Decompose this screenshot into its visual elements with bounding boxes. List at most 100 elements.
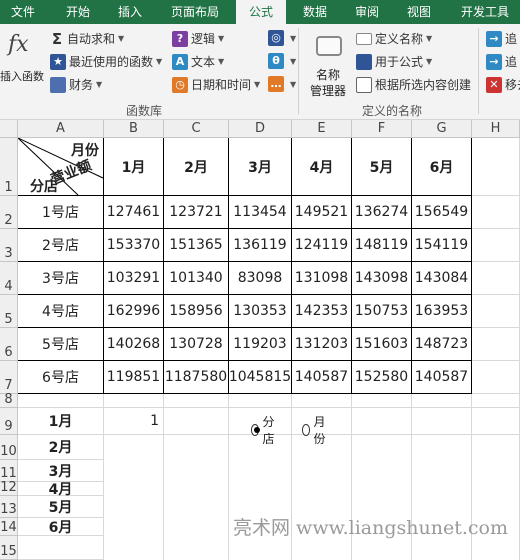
month-list-cell[interactable]: 2月	[18, 435, 104, 460]
empty-cell[interactable]	[472, 361, 520, 394]
trace-precedents-button[interactable]: → 追	[486, 30, 517, 47]
sales-cell[interactable]: 119203	[229, 328, 292, 361]
sales-cell[interactable]: 143098	[352, 262, 412, 295]
empty-cell[interactable]	[472, 196, 520, 229]
empty-cell[interactable]	[18, 394, 104, 408]
tab-developer[interactable]: 开发工具	[450, 0, 520, 24]
empty-cell[interactable]	[472, 435, 520, 560]
sales-cell[interactable]: 162996	[104, 295, 164, 328]
sales-cell[interactable]: 149521	[292, 196, 352, 229]
sales-cell[interactable]: 153370	[104, 229, 164, 262]
more-functions-button[interactable]: … ▼	[268, 76, 296, 92]
store-name-cell[interactable]: 6号店	[18, 361, 104, 394]
sales-cell[interactable]: 83098	[229, 262, 292, 295]
sales-cell[interactable]: 130728	[164, 328, 229, 361]
tab-formulas[interactable]: 公式	[236, 0, 286, 24]
sales-cell[interactable]: 1045815	[229, 361, 292, 394]
row-header-7[interactable]: 7	[0, 361, 18, 394]
tab-insert[interactable]: 插入	[107, 0, 153, 24]
row-header-15[interactable]: 15	[0, 536, 18, 560]
sales-cell[interactable]: 119851	[104, 361, 164, 394]
sales-cell[interactable]: 140268	[104, 328, 164, 361]
month-header-cell[interactable]: 6月	[412, 138, 472, 196]
empty-cell[interactable]	[229, 435, 292, 560]
store-name-cell[interactable]: 1号店	[18, 196, 104, 229]
sales-cell[interactable]: 136119	[229, 229, 292, 262]
option-value-cell[interactable]: 1	[104, 408, 164, 435]
diagonal-header-cell[interactable]: 月份 营业额 分店	[18, 138, 104, 196]
empty-cell[interactable]	[472, 394, 520, 408]
create-from-selection-button[interactable]: 根据所选内容创建	[356, 76, 471, 93]
row-header-14[interactable]: 14	[0, 518, 18, 536]
sales-cell[interactable]: 103291	[104, 262, 164, 295]
empty-cell[interactable]	[352, 408, 412, 435]
row-header-10[interactable]: 10	[0, 435, 18, 460]
use-in-formula-button[interactable]: 用于公式 ▼	[356, 53, 432, 70]
financial-button[interactable]: 财务 ▼	[50, 76, 102, 93]
empty-cell[interactable]	[412, 394, 472, 408]
sales-cell[interactable]: 140587	[292, 361, 352, 394]
logical-button[interactable]: ? 逻辑 ▼	[172, 30, 224, 47]
column-header-b[interactable]: B	[104, 120, 164, 138]
empty-cell[interactable]	[104, 394, 164, 408]
tab-view[interactable]: 视图	[396, 0, 442, 24]
row-header-9[interactable]: 9	[0, 408, 18, 435]
sales-cell[interactable]: 152580	[352, 361, 412, 394]
row-header-8[interactable]: 8	[0, 392, 18, 408]
empty-cell[interactable]	[472, 229, 520, 262]
empty-cell[interactable]	[104, 435, 164, 560]
math-button[interactable]: θ ▼	[268, 53, 296, 69]
column-header-d[interactable]: D	[229, 120, 292, 138]
column-header-f[interactable]: F	[352, 120, 412, 138]
sales-cell[interactable]: 123721	[164, 196, 229, 229]
trace-dependents-button[interactable]: → 追	[486, 53, 517, 70]
row-header-11[interactable]: 11	[0, 460, 18, 482]
empty-cell[interactable]	[164, 394, 229, 408]
month-list-cell[interactable]: 6月	[18, 518, 104, 536]
store-name-cell[interactable]: 3号店	[18, 262, 104, 295]
sales-cell[interactable]: 163953	[412, 295, 472, 328]
tab-file[interactable]: 文件	[0, 0, 46, 24]
column-header-e[interactable]: E	[292, 120, 352, 138]
column-header-g[interactable]: G	[412, 120, 472, 138]
date-time-button[interactable]: ◷ 日期和时间 ▼	[172, 76, 260, 93]
row-header-2[interactable]: 2	[0, 196, 18, 229]
month-list-cell[interactable]: 1月	[18, 408, 104, 435]
row-header-5[interactable]: 5	[0, 295, 18, 328]
name-manager-button[interactable]: 名称 管理器	[306, 30, 350, 100]
define-name-button[interactable]: 定义名称 ▼	[356, 30, 432, 47]
row-header-6[interactable]: 6	[0, 328, 18, 361]
empty-cell[interactable]	[472, 408, 520, 435]
row-header-12[interactable]: 12	[0, 480, 18, 496]
empty-cell[interactable]	[292, 435, 352, 560]
month-list-cell[interactable]: 4月	[18, 482, 104, 498]
tab-page-layout[interactable]: 页面布局	[160, 0, 230, 24]
store-name-cell[interactable]: 5号店	[18, 328, 104, 361]
month-list-cell[interactable]: 5月	[18, 496, 104, 518]
month-header-cell[interactable]: 3月	[229, 138, 292, 196]
column-header-h[interactable]: H	[472, 120, 520, 138]
empty-cell[interactable]	[229, 394, 292, 408]
sales-cell[interactable]: 158956	[164, 295, 229, 328]
sales-cell[interactable]: 148119	[352, 229, 412, 262]
sales-cell[interactable]: 151603	[352, 328, 412, 361]
tab-data[interactable]: 数据	[292, 0, 338, 24]
sales-cell[interactable]: 150753	[352, 295, 412, 328]
sales-cell[interactable]: 124119	[292, 229, 352, 262]
sales-cell[interactable]: 156549	[412, 196, 472, 229]
empty-cell[interactable]	[412, 435, 472, 560]
sales-cell[interactable]: 1187580	[164, 361, 229, 394]
sales-cell[interactable]: 151365	[164, 229, 229, 262]
select-all-corner[interactable]	[0, 120, 18, 138]
empty-cell[interactable]	[472, 262, 520, 295]
sales-cell[interactable]: 101340	[164, 262, 229, 295]
recent-functions-button[interactable]: ★ 最近使用的函数 ▼	[50, 53, 162, 70]
empty-cell[interactable]	[292, 394, 352, 408]
sales-cell[interactable]: 140587	[412, 361, 472, 394]
empty-cell[interactable]	[472, 138, 520, 196]
sales-cell[interactable]: 148723	[412, 328, 472, 361]
empty-cell[interactable]	[164, 408, 229, 435]
month-header-cell[interactable]: 4月	[292, 138, 352, 196]
tab-review[interactable]: 审阅	[344, 0, 390, 24]
lookup-button[interactable]: ◎ ▼	[268, 30, 296, 46]
